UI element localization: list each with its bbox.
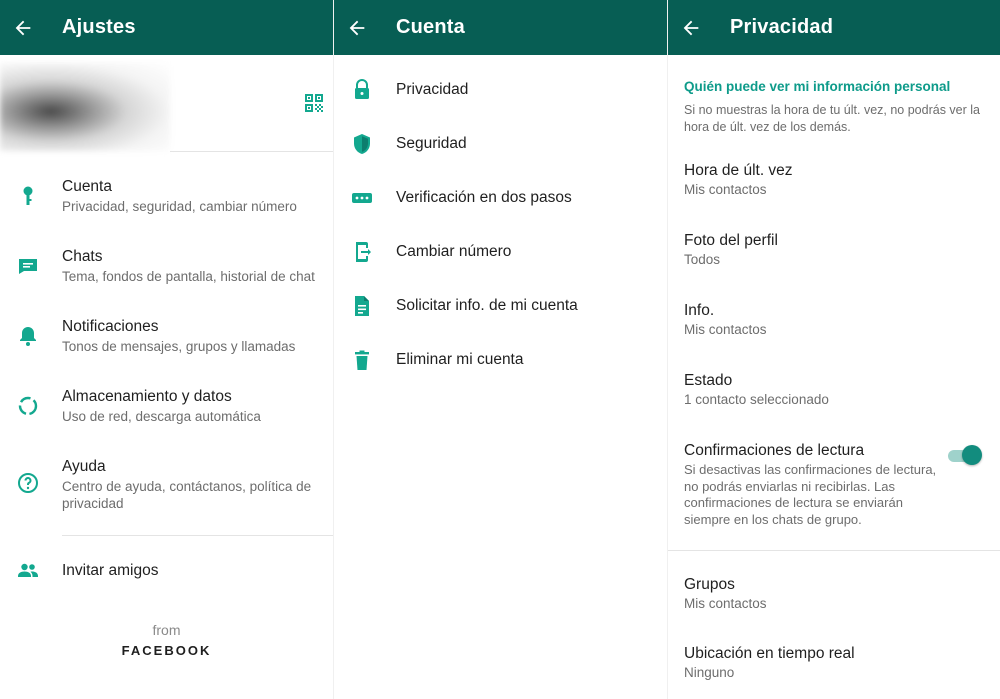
invite-friends-label: Invitar amigos: [62, 562, 159, 579]
settings-panel: Ajustes Cuenta Privacidad, seguridad, ca…: [0, 0, 333, 699]
toggle-knob: [962, 445, 982, 465]
account-item-label: Cambiar número: [396, 243, 512, 260]
privacy-item-label: Foto del perfil: [684, 232, 778, 249]
privacy-item-value: Todos: [684, 252, 721, 267]
privacy-item-info[interactable]: Info. Mis contactos: [668, 292, 1000, 352]
privacy-item-live-location[interactable]: Ubicación en tiempo real Ninguno: [668, 635, 1000, 695]
privacy-item-value: Mis contactos: [684, 182, 767, 197]
privacy-item-last-seen[interactable]: Hora de últ. vez Mis contactos: [668, 152, 1000, 212]
divider: [668, 550, 1000, 551]
account-item-label: Eliminar mi cuenta: [396, 351, 524, 368]
settings-item-label: Cuenta: [62, 178, 112, 195]
settings-item-sub: Privacidad, seguridad, cambiar número: [62, 199, 297, 214]
lock-icon: [350, 78, 374, 102]
shield-icon: [350, 132, 374, 156]
settings-item-sub: Tema, fondos de pantalla, historial de c…: [62, 269, 315, 284]
privacy-item-label: Ubicación en tiempo real: [684, 645, 855, 662]
settings-item-sub: Tonos de mensajes, grupos y llamadas: [62, 339, 296, 354]
privacy-item-label: Grupos: [684, 576, 735, 593]
privacy-item-label: Hora de últ. vez: [684, 162, 793, 179]
settings-item-sub: Uso de red, descarga automática: [62, 409, 261, 424]
facebook-wordmark: FACEBOOK: [121, 643, 212, 658]
account-item-label: Solicitar info. de mi cuenta: [396, 297, 578, 314]
invite-friends-item[interactable]: Invitar amigos: [0, 550, 333, 592]
footer-from: from: [152, 622, 181, 638]
qr-code-icon[interactable]: [302, 91, 326, 115]
settings-item-help[interactable]: Ayuda Centro de ayuda, contáctanos, polí…: [0, 450, 333, 520]
trash-icon: [350, 348, 374, 372]
account-item-privacy[interactable]: Privacidad: [334, 66, 667, 114]
privacy-item-profile-photo[interactable]: Foto del perfil Todos: [668, 222, 1000, 282]
chat-icon: [16, 254, 40, 278]
back-arrow-icon[interactable]: [680, 17, 702, 39]
privacy-title: Privacidad: [730, 16, 834, 38]
privacy-appbar: Privacidad: [668, 0, 1000, 55]
settings-item-label: Ayuda: [62, 458, 106, 475]
settings-item-label: Notificaciones: [62, 318, 159, 335]
privacy-item-value: Mis contactos: [684, 322, 767, 337]
privacy-item-label: Info.: [684, 302, 715, 319]
settings-item-sub: Centro de ayuda, contáctanos, política d…: [62, 479, 312, 511]
account-title: Cuenta: [396, 16, 465, 38]
settings-item-chats[interactable]: Chats Tema, fondos de pantalla, historia…: [0, 240, 333, 298]
privacy-item-label: Estado: [684, 372, 733, 389]
dots-icon: [350, 186, 374, 210]
phone-change-icon: [350, 240, 374, 264]
account-item-delete[interactable]: Eliminar mi cuenta: [334, 336, 667, 384]
privacy-item-value: Ninguno: [684, 665, 735, 680]
privacy-panel: Privacidad Quién puede ver mi informació…: [667, 0, 1000, 699]
read-receipts-description: Si desactivas las confirmaciones de lect…: [684, 462, 937, 527]
account-item-two-step[interactable]: Verificación en dos pasos: [334, 174, 667, 222]
help-icon: [16, 471, 40, 495]
account-item-label: Verificación en dos pasos: [396, 189, 572, 206]
read-receipts-label: Confirmaciones de lectura: [684, 442, 865, 459]
back-arrow-icon[interactable]: [12, 17, 34, 39]
account-item-request-info[interactable]: Solicitar info. de mi cuenta: [334, 282, 667, 330]
settings-item-label: Chats: [62, 248, 103, 265]
account-item-security[interactable]: Seguridad: [334, 120, 667, 168]
divider: [62, 535, 333, 536]
profile-row[interactable]: [0, 55, 333, 151]
divider: [170, 151, 333, 152]
settings-appbar: Ajustes: [0, 0, 333, 55]
settings-item-account[interactable]: Cuenta Privacidad, seguridad, cambiar nú…: [0, 170, 333, 228]
account-item-label: Seguridad: [396, 135, 467, 152]
storage-icon: [16, 394, 40, 418]
section-header: Quién puede ver mi información personal: [684, 79, 951, 94]
key-icon: [16, 184, 40, 208]
avatar[interactable]: [0, 63, 170, 151]
document-icon: [350, 294, 374, 318]
settings-title: Ajustes: [62, 16, 136, 38]
account-item-change-number[interactable]: Cambiar número: [334, 228, 667, 276]
privacy-item-value: 1 contacto seleccionado: [684, 392, 829, 407]
settings-item-label: Almacenamiento y datos: [62, 388, 232, 405]
account-panel: Cuenta Privacidad Seguridad Verificación…: [333, 0, 667, 699]
privacy-item-status[interactable]: Estado 1 contacto seleccionado: [668, 362, 1000, 422]
people-icon: [16, 558, 40, 582]
account-item-label: Privacidad: [396, 81, 469, 98]
settings-item-storage[interactable]: Almacenamiento y datos Uso de red, desca…: [0, 380, 333, 438]
privacy-item-value: Mis contactos: [684, 596, 767, 611]
privacy-item-groups[interactable]: Grupos Mis contactos: [668, 566, 1000, 626]
back-arrow-icon[interactable]: [346, 17, 368, 39]
account-appbar: Cuenta: [334, 0, 667, 55]
section-description: Si no muestras la hora de tu últ. vez, n…: [684, 103, 980, 134]
read-receipts-toggle[interactable]: [948, 445, 982, 465]
settings-item-notifications[interactable]: Notificaciones Tonos de mensajes, grupos…: [0, 310, 333, 368]
privacy-item-read-receipts[interactable]: Confirmaciones de lectura Si desactivas …: [668, 432, 1000, 532]
bell-icon: [16, 324, 40, 348]
